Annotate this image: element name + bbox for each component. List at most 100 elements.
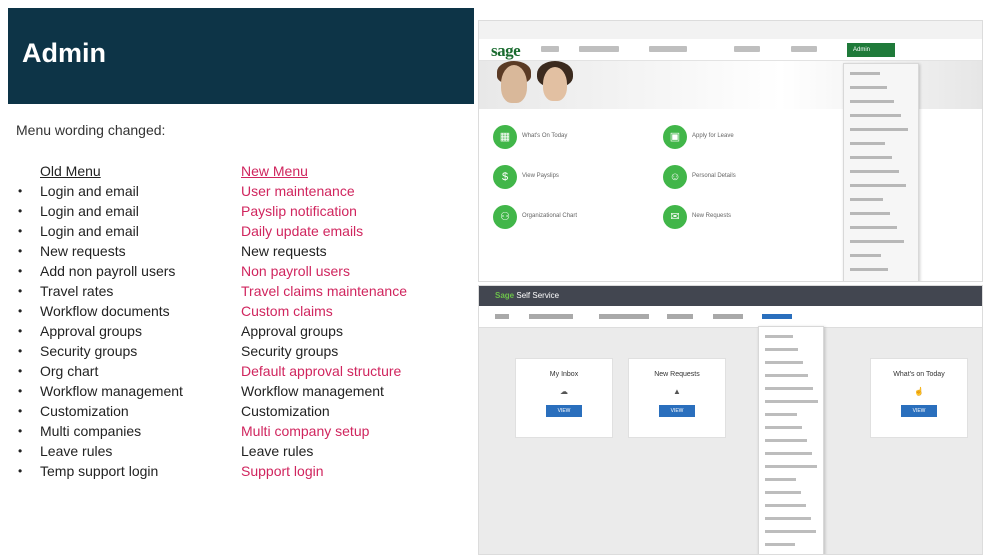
new-dropdown-item [765, 439, 807, 442]
bullet: • [18, 464, 23, 478]
menu-mapping-row: • Customization Customization [0, 401, 470, 421]
new-menu-label: Payslip notification [241, 203, 357, 219]
old-menu-label: Leave rules [40, 443, 113, 459]
card-title: New Requests [654, 371, 700, 378]
old-menu-label: Org chart [40, 363, 99, 379]
slide: Admin Menu wording changed: Old Menu New… [0, 0, 990, 560]
new-menu-label: Custom claims [241, 303, 333, 319]
bullet: • [18, 304, 23, 318]
old-dropdown-item [850, 198, 883, 201]
menu-mapping-row: • Multi companies Multi company setup [0, 421, 470, 441]
new-menu-label: User maintenance [241, 183, 355, 199]
new-nav-item [667, 314, 693, 319]
menu-mapping-row: • Workflow management Workflow management [0, 381, 470, 401]
new-menu-header: New Menu [241, 163, 308, 179]
slide-title: Admin [22, 38, 106, 68]
card-title: My Inbox [549, 371, 579, 378]
new-nav-item [495, 314, 509, 319]
new-ui-header: Sage Self Service [479, 286, 982, 306]
new-menu-label: Leave rules [241, 443, 314, 459]
new-nav-item [599, 314, 649, 319]
card-view-button: VIEW [659, 405, 695, 417]
new-dropdown-item [765, 491, 801, 494]
old-tile-label: New Requests [692, 213, 732, 219]
menu-mapping-row: • Security groups Security groups [0, 341, 470, 361]
old-dropdown-item [850, 86, 887, 89]
menu-mapping-row: • New requests New requests [0, 241, 470, 261]
card-view-button: VIEW [901, 405, 937, 417]
old-nav-item [791, 46, 817, 52]
person-photo [543, 67, 567, 101]
old-dropdown-item [850, 128, 908, 131]
card-title: What's on Today [893, 371, 945, 378]
menu-mapping-row: • Login and email User maintenance [0, 181, 470, 201]
title-banner: Admin [8, 8, 474, 104]
new-dashboard-card: My Inbox ☁ VIEW [515, 358, 613, 438]
person-icon: ☺ [663, 165, 687, 189]
old-dropdown-item [850, 114, 901, 117]
new-nav-item [713, 314, 743, 319]
bullet: • [18, 264, 23, 278]
new-dropdown-item [765, 413, 797, 416]
payslip-icon: $ [493, 165, 517, 189]
new-ui-brand: Sage [495, 291, 515, 300]
old-nav-item [649, 46, 687, 52]
old-dropdown-item [850, 212, 890, 215]
old-dropdown-item [850, 240, 904, 243]
menu-mapping-row: • Add non payroll users Non payroll users [0, 261, 470, 281]
menu-mapping-row: • Leave rules Leave rules [0, 441, 470, 461]
new-menu-label: Multi company setup [241, 423, 370, 439]
new-dropdown-item [765, 361, 803, 364]
old-nav-item [541, 46, 559, 52]
bullet: • [18, 284, 23, 298]
old-dropdown-item [850, 142, 885, 145]
old-dropdown-item [850, 226, 897, 229]
old-dropdown-item [850, 72, 880, 75]
new-dropdown-item [765, 335, 793, 338]
mail-icon: ✉ [663, 205, 687, 229]
old-menu-label: Login and email [40, 203, 139, 219]
new-ui-screenshot: Sage Self Service My Inbox ☁ VIEW New Reque… [478, 285, 983, 555]
menu-mapping-row: • Workflow documents Custom claims [0, 301, 470, 321]
new-nav-item [529, 314, 573, 319]
new-dropdown-item [765, 478, 796, 481]
bullet: • [18, 244, 23, 258]
menu-mapping-row: • Temp support login Support login [0, 461, 470, 481]
old-tile-label: Personal Details [692, 173, 736, 179]
menu-mapping-list: • Login and email User maintenance • Login a… [0, 181, 470, 481]
bullet: • [18, 224, 23, 238]
bullet: • [18, 204, 23, 218]
new-menu-label: Customization [241, 403, 330, 419]
new-menu-label: Daily update emails [241, 223, 364, 239]
bullet: • [18, 404, 23, 418]
menu-mapping-row: • Login and email Daily update emails [0, 221, 470, 241]
new-dropdown-item [765, 387, 813, 390]
new-dropdown-item [765, 374, 808, 377]
old-dropdown-item [850, 254, 881, 257]
old-menu-label: Security groups [40, 343, 138, 359]
old-menu-label: Workflow management [40, 383, 183, 399]
new-dashboard-card: What's on Today ☝ VIEW [870, 358, 968, 438]
calendar-icon: ▦ [493, 125, 517, 149]
card-view-button: VIEW [546, 405, 582, 417]
bullet: • [18, 344, 23, 358]
new-dashboard-card: New Requests ▲ VIEW [628, 358, 726, 438]
new-menu-label: Security groups [241, 343, 339, 359]
new-ui-title-text: Self Service [516, 291, 560, 300]
bullet: • [18, 364, 23, 378]
new-dropdown-item [765, 530, 816, 533]
old-menu-label: Customization [40, 403, 129, 419]
old-menu-label: Approval groups [40, 323, 142, 339]
menu-mapping-row: • Org chart Default approval structure [0, 361, 470, 381]
old-tile-label: What's On Today [522, 133, 568, 139]
old-ui-top-bar [479, 21, 982, 39]
old-nav-item [579, 46, 619, 52]
old-menu-label: Workflow documents [40, 303, 170, 319]
new-dropdown-item [765, 504, 806, 507]
bullet: • [18, 444, 23, 458]
old-tile-label: View Payslips [522, 173, 559, 179]
old-dropdown-item [850, 100, 894, 103]
bullet: • [18, 184, 23, 198]
old-dropdown-item [850, 170, 899, 173]
bullet: • [18, 324, 23, 338]
